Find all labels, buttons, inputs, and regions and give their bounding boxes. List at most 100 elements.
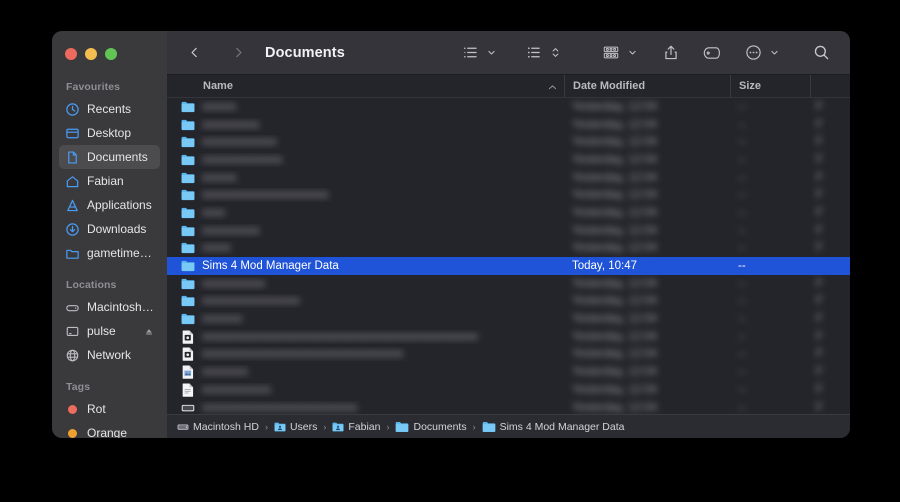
more-actions-icon[interactable]	[741, 40, 766, 66]
file-name-cell: xxxxxxxxxxxxxxxxxxxxxxxxxxxxxxxxxxxxxxxx…	[167, 330, 564, 344]
file-name-label: xxxxxxxxxxxx	[202, 383, 271, 396]
breadcrumb-item[interactable]: Sims 4 Mod Manager Data	[482, 421, 624, 433]
file-row[interactable]: xxxxxx Yesterday, 12:04 -- F	[167, 98, 850, 116]
view-options-icon[interactable]	[458, 40, 483, 66]
sidebar-item-tag-rot[interactable]: Rot	[59, 397, 160, 421]
file-row[interactable]: xxxx Yesterday, 12:04 -- F	[167, 204, 850, 222]
file-date-cell: Yesterday, 12:04	[572, 136, 658, 149]
close-button[interactable]	[65, 48, 77, 60]
file-date-cell: Yesterday, 12:04	[572, 153, 658, 166]
home-folder-icon	[332, 421, 344, 433]
file-name-cell: xxxxxxxxxxxxxxxxxxxxxxxxxxxxxxxxxxx	[167, 347, 564, 362]
file-extra-cell: F	[816, 383, 824, 396]
sidebar-item-label: Recents	[87, 102, 132, 116]
display-icon	[65, 324, 80, 339]
file-extra-cell: F	[816, 171, 824, 184]
file-row[interactable]: xxxxxxxxxxxxxxxxxxxxxxxxxxx Yesterday, 12…	[167, 399, 850, 414]
sidebar-item-applications[interactable]: Applications	[59, 193, 160, 217]
folder-icon	[65, 246, 80, 261]
sidebar-item-network[interactable]: Network	[59, 343, 160, 367]
folder-icon	[181, 153, 195, 167]
folder-icon	[482, 421, 496, 433]
file-size-cell: --	[738, 383, 746, 396]
column-header-name[interactable]: Name	[167, 75, 564, 97]
file-name-cell: xxxx	[167, 206, 564, 220]
screen-clip-mask	[0, 438, 900, 502]
file-row[interactable]: xxxxxx Yesterday, 12:04 -- F	[167, 169, 850, 187]
sidebar-item-label: Rot	[87, 402, 106, 416]
main-area: Documents Name Date Modified Size xxxxxx…	[167, 31, 850, 438]
file-name-label: xxxxxxxxxx	[202, 224, 260, 237]
file-row[interactable]: xxxxxxxxxxxx Yesterday, 12:04 -- F	[167, 381, 850, 399]
disk-file-icon	[181, 401, 195, 414]
folder-icon	[181, 294, 195, 308]
group-by-icon[interactable]	[522, 40, 547, 66]
sidebar: Favourites Recents Desktop Documents Fab…	[52, 31, 167, 438]
sidebar-item-macintosh-hd[interactable]: Macintosh…	[59, 295, 160, 319]
column-header-extra[interactable]	[810, 75, 850, 97]
file-row[interactable]: xxxxxxxx Yesterday, 12:04 -- F	[167, 363, 850, 381]
file-row[interactable]: xxxxxxx Yesterday, 12:04 -- F	[167, 310, 850, 328]
forward-button[interactable]	[225, 40, 251, 66]
breadcrumb-label: Documents	[413, 420, 467, 433]
sidebar-scroll[interactable]: Favourites Recents Desktop Documents Fab…	[52, 31, 167, 438]
users-folder-icon	[274, 421, 286, 433]
file-row-selected[interactable]: Sims 4 Mod Manager Data Today, 10:47 --	[167, 257, 850, 275]
file-row[interactable]: xxxxxxxxxxxxxxxxxxxxxx Yesterday, 12:04 --…	[167, 186, 850, 204]
harddisk-icon	[177, 421, 189, 433]
sidebar-item-gametime[interactable]: gametime…	[59, 241, 160, 265]
file-size-cell: --	[738, 242, 746, 255]
column-header-date-modified[interactable]: Date Modified	[564, 75, 730, 97]
file-name-label: xxxxxxxxxxx	[202, 277, 266, 290]
harddisk-icon	[65, 300, 80, 315]
file-extra-cell: F	[816, 295, 824, 308]
folder-icon	[395, 421, 409, 433]
file-name-cell: xxxxx	[167, 241, 564, 255]
back-button[interactable]	[181, 40, 207, 66]
file-extra-cell: F	[816, 348, 824, 361]
arrange-icon[interactable]	[598, 40, 624, 66]
search-icon[interactable]	[809, 40, 834, 66]
file-row[interactable]: xxxxx Yesterday, 12:04 -- F	[167, 240, 850, 258]
file-row[interactable]: xxxxxxxxxxxxx Yesterday, 12:04 -- F	[167, 133, 850, 151]
breadcrumb-item[interactable]: Macintosh HD	[177, 421, 259, 433]
file-row[interactable]: xxxxxxxxxx Yesterday, 12:04 -- F	[167, 222, 850, 240]
sidebar-item-documents[interactable]: Documents	[59, 145, 160, 169]
folder-icon	[181, 259, 195, 273]
breadcrumb-item[interactable]: Documents	[395, 420, 467, 433]
file-name-label: xxxxxx	[202, 100, 237, 113]
file-extra-cell: F	[816, 206, 824, 219]
sidebar-item-recents[interactable]: Recents	[59, 97, 160, 121]
file-row[interactable]: xxxxxxxxxxxxxxxxxxxxxxxxxxxxxxxxxxxxxxxx…	[167, 328, 850, 346]
file-date-cell: Yesterday, 12:04	[572, 206, 658, 219]
sidebar-item-label: Network	[87, 348, 132, 362]
sidebar-item-fabian[interactable]: Fabian	[59, 169, 160, 193]
file-row[interactable]: xxxxxxxxxxxxxxxxx Yesterday, 12:04 -- F	[167, 293, 850, 311]
view-options-chevron-down-icon[interactable]	[483, 40, 500, 66]
sidebar-item-label: Macintosh…	[87, 300, 154, 314]
window-controls	[65, 48, 117, 60]
breadcrumb-item[interactable]: Users	[274, 421, 317, 433]
sidebar-item-pulse[interactable]: pulse	[59, 319, 160, 343]
file-name-cell: xxxxxxxxxxxxxx	[167, 153, 564, 167]
share-icon[interactable]	[659, 40, 683, 66]
file-row[interactable]: xxxxxxxxxxxxxxxxxxxxxxxxxxxxxxxxxxx Yeste…	[167, 346, 850, 364]
tag-icon[interactable]	[699, 40, 725, 66]
more-actions-chevron-down-icon[interactable]	[766, 40, 783, 66]
zoom-button[interactable]	[105, 48, 117, 60]
sidebar-item-desktop[interactable]: Desktop	[59, 121, 160, 145]
file-row[interactable]: xxxxxxxxxxxxxx Yesterday, 12:04 -- F	[167, 151, 850, 169]
file-row[interactable]: xxxxxxxxxx Yesterday, 12:04 -- F	[167, 116, 850, 134]
eject-icon[interactable]	[144, 326, 154, 336]
minimize-button[interactable]	[85, 48, 97, 60]
sidebar-item-downloads[interactable]: Downloads	[59, 217, 160, 241]
group-by-chevron-updown-icon[interactable]	[547, 40, 564, 66]
sidebar-item-label: Documents	[87, 150, 148, 164]
file-row[interactable]: xxxxxxxxxxx Yesterday, 12:04 -- F	[167, 275, 850, 293]
sidebar-item-tag-orange[interactable]: Orange	[59, 421, 160, 438]
file-list[interactable]: xxxxxx Yesterday, 12:04 -- Fxxxxxxxxxx Yeste…	[167, 98, 850, 414]
breadcrumb-separator: ›	[264, 421, 268, 432]
arrange-chevron-down-icon[interactable]	[624, 40, 641, 66]
column-header-size[interactable]: Size	[730, 75, 810, 97]
breadcrumb-item[interactable]: Fabian	[332, 421, 380, 433]
